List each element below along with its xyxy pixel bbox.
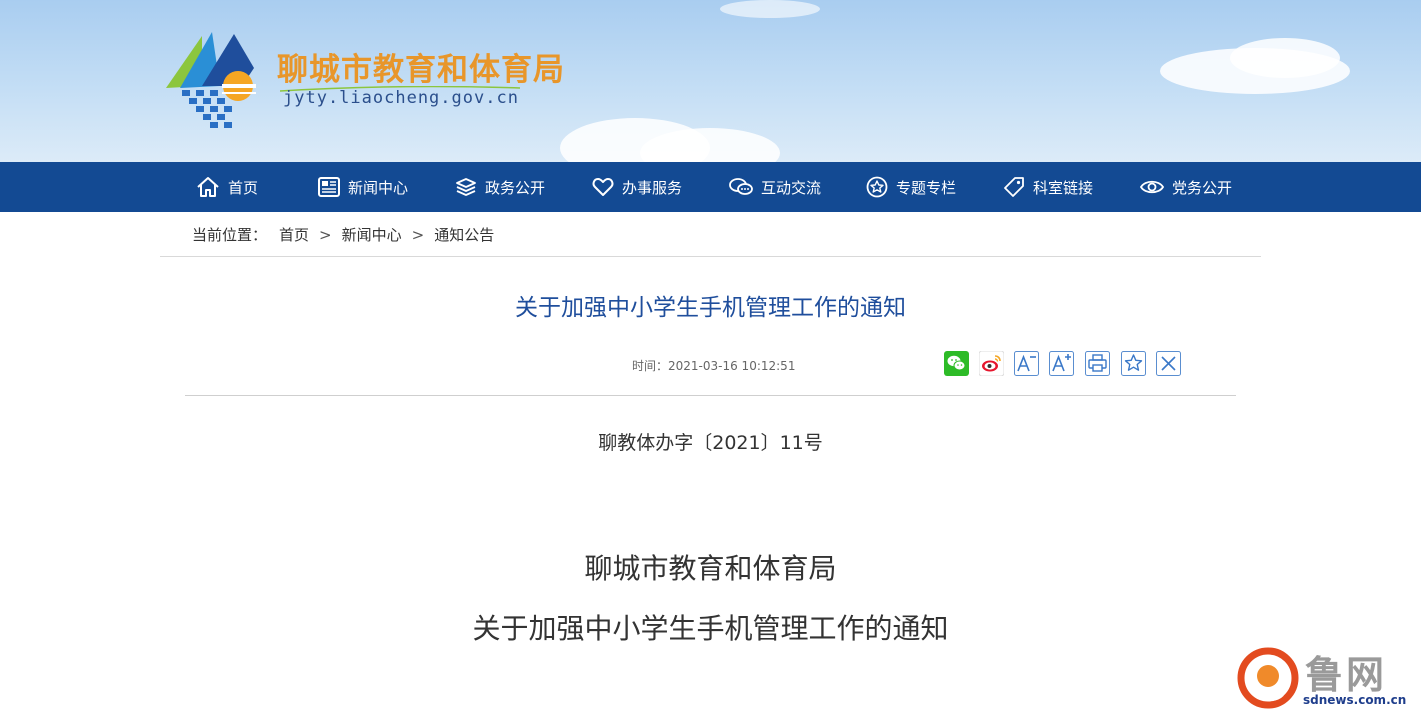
favorite-icon[interactable] [1121, 351, 1146, 376]
publish-time: 时间：2021-03-16 10:12:51 [632, 359, 796, 373]
nav-label: 专题专栏 [896, 178, 957, 197]
eye-icon [1140, 180, 1164, 194]
main-nav: 首页 新闻中心 政务公开 办事服务 互动交流 专题专栏 科室链接 党务公开 [0, 162, 1421, 212]
nav-label: 科室链接 [1033, 178, 1094, 197]
watermark-text: 鲁网 [1305, 653, 1388, 697]
header-banner: 聊城市教育和体育局 jyty.liaocheng.gov.cn [0, 0, 1421, 162]
breadcrumb-notices[interactable]: 通知公告 [434, 224, 494, 245]
print-icon[interactable] [1085, 351, 1110, 376]
nav-label: 首页 [228, 178, 259, 197]
breadcrumb-home[interactable]: 首页 [279, 224, 309, 245]
nav-item-news[interactable]: 新闻中心 [318, 162, 408, 212]
breadcrumb-news[interactable]: 新闻中心 [342, 224, 402, 245]
nav-label: 党务公开 [1172, 178, 1233, 197]
document-number: 聊教体办字〔2021〕11号 [598, 432, 823, 454]
layers-icon [456, 178, 476, 196]
star-circle-icon [866, 176, 888, 198]
site-title: 聊城市教育和体育局 [277, 52, 565, 88]
font-increase-icon[interactable] [1049, 351, 1074, 376]
article-heading-title: 关于加强中小学生手机管理工作的通知 [472, 612, 949, 645]
article-title: 关于加强中小学生手机管理工作的通知 [515, 295, 906, 321]
wechat-icon[interactable] [944, 351, 969, 376]
breadcrumb-divider [160, 256, 1261, 257]
watermark-domain: sdnews.com.cn [1303, 693, 1407, 707]
home-icon [197, 177, 219, 197]
heart-icon [592, 178, 614, 196]
nav-label: 互动交流 [761, 178, 822, 197]
nav-item-interaction[interactable]: 互动交流 [729, 162, 821, 212]
breadcrumb: 当前位置： 首页 > 新闻中心 > 通知公告 [192, 224, 494, 245]
nav-item-special-topics[interactable]: 专题专栏 [866, 162, 956, 212]
nav-label: 政务公开 [485, 178, 546, 197]
nav-label: 办事服务 [622, 178, 683, 197]
chat-icon [729, 178, 753, 195]
article-heading-issuer: 聊城市教育和体育局 [584, 552, 837, 585]
nav-item-services[interactable]: 办事服务 [592, 162, 682, 212]
site-logo-icon[interactable] [162, 28, 262, 134]
breadcrumb-separator: > [411, 225, 425, 244]
article-header-divider [185, 395, 1236, 396]
weibo-icon[interactable] [979, 351, 1004, 376]
newspaper-icon [318, 177, 340, 197]
nav-item-government-affairs[interactable]: 政务公开 [455, 162, 545, 212]
nav-item-home[interactable]: 首页 [196, 162, 258, 212]
nav-item-department-links[interactable]: 科室链接 [1003, 162, 1093, 212]
breadcrumb-separator: > [319, 225, 332, 244]
close-icon[interactable] [1156, 351, 1181, 376]
font-decrease-icon[interactable] [1014, 351, 1039, 376]
nav-item-party-affairs[interactable]: 党务公开 [1140, 162, 1232, 212]
nav-label: 新闻中心 [348, 178, 409, 197]
breadcrumb-prefix: 当前位置： [192, 226, 268, 244]
site-domain: jyty.liaocheng.gov.cn [283, 88, 519, 108]
tag-icon [1004, 177, 1024, 197]
